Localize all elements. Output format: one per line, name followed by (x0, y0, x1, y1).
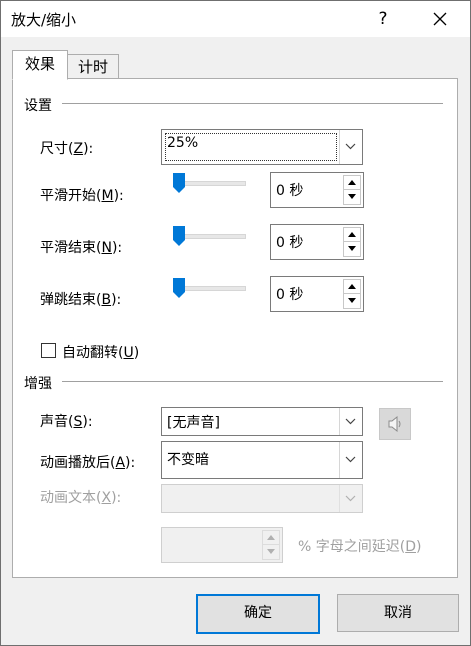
sound-settings-button[interactable] (379, 408, 411, 440)
close-icon (433, 12, 447, 26)
after-animation-combobox[interactable]: 不变暗 (161, 441, 363, 479)
letter-delay-spinner (161, 527, 283, 563)
animate-text-label: 动画文本(X): (40, 490, 122, 506)
triangle-down-icon (267, 549, 275, 554)
triangle-down-icon (348, 298, 356, 303)
spin-down-button[interactable] (343, 293, 361, 309)
spin-down-button (262, 544, 280, 560)
chevron-down-icon (345, 418, 356, 424)
animate-text-dropdown-button (339, 485, 362, 512)
spin-down-button[interactable] (343, 189, 361, 205)
triangle-up-icon (348, 180, 356, 185)
smooth-end-spinner[interactable]: 0 秒 (270, 224, 364, 260)
auto-reverse-checkbox[interactable] (41, 343, 56, 358)
smooth-start-label: 平滑开始(M): (40, 188, 124, 204)
after-animation-value: 不变暗 (167, 452, 209, 468)
tab-timing[interactable]: 计时 (67, 54, 119, 80)
spin-down-button[interactable] (343, 241, 361, 257)
triangle-down-icon (348, 194, 356, 199)
smooth-end-value: 0 秒 (276, 235, 304, 251)
settings-divider (62, 103, 443, 104)
sound-combobox[interactable]: [无声音] (161, 407, 363, 436)
chevron-down-icon (345, 495, 356, 501)
auto-reverse-label[interactable]: 自动翻转(U) (62, 342, 139, 362)
animate-text-combobox (161, 484, 363, 513)
bounce-end-label: 弹跳结束(B): (40, 292, 122, 308)
triangle-down-icon (348, 246, 356, 251)
enhancements-divider (62, 381, 443, 382)
bounce-end-slider-thumb[interactable] (173, 278, 185, 298)
dialog-title: 放大/缩小 (11, 11, 77, 29)
close-button[interactable] (421, 2, 461, 36)
triangle-up-icon (348, 232, 356, 237)
bounce-end-spinner[interactable]: 0 秒 (270, 276, 364, 312)
tab-effect-label: 效果 (24, 55, 55, 73)
size-dropdown-button[interactable] (339, 130, 362, 164)
cancel-button[interactable]: 取消 (337, 594, 459, 632)
bounce-end-value: 0 秒 (276, 287, 304, 303)
smooth-end-label: 平滑结束(N): (40, 240, 123, 256)
sound-dropdown-button[interactable] (339, 408, 362, 435)
tab-effect[interactable]: 效果 (12, 50, 68, 80)
sound-label: 声音(S): (40, 414, 93, 430)
smooth-start-spinner[interactable]: 0 秒 (270, 172, 364, 208)
smooth-start-value: 0 秒 (276, 183, 304, 199)
triangle-up-icon (348, 284, 356, 289)
sound-value: [无声音] (167, 415, 220, 431)
help-button[interactable]: ? (363, 2, 403, 36)
size-combobox[interactable]: 25% (161, 129, 363, 165)
after-animation-dropdown-button[interactable] (339, 442, 362, 478)
settings-section-title: 设置 (24, 98, 52, 114)
chevron-down-icon (345, 143, 356, 150)
smooth-end-slider-thumb[interactable] (173, 226, 185, 246)
enhancements-section-title: 增强 (24, 376, 52, 392)
ok-button[interactable]: 确定 (196, 594, 320, 634)
size-label: 尺寸(Z): (40, 141, 94, 157)
letter-delay-label: % 字母之间延迟(D) (298, 539, 422, 555)
chevron-down-icon (345, 456, 356, 463)
triangle-up-icon (267, 535, 275, 540)
smooth-start-slider-thumb[interactable] (173, 173, 185, 193)
size-value: 25% (167, 135, 199, 151)
title-bar: 放大/缩小 ? (1, 1, 470, 37)
tab-timing-label: 计时 (77, 58, 108, 76)
speaker-icon (388, 415, 401, 433)
after-animation-label: 动画播放后(A): (40, 455, 136, 471)
